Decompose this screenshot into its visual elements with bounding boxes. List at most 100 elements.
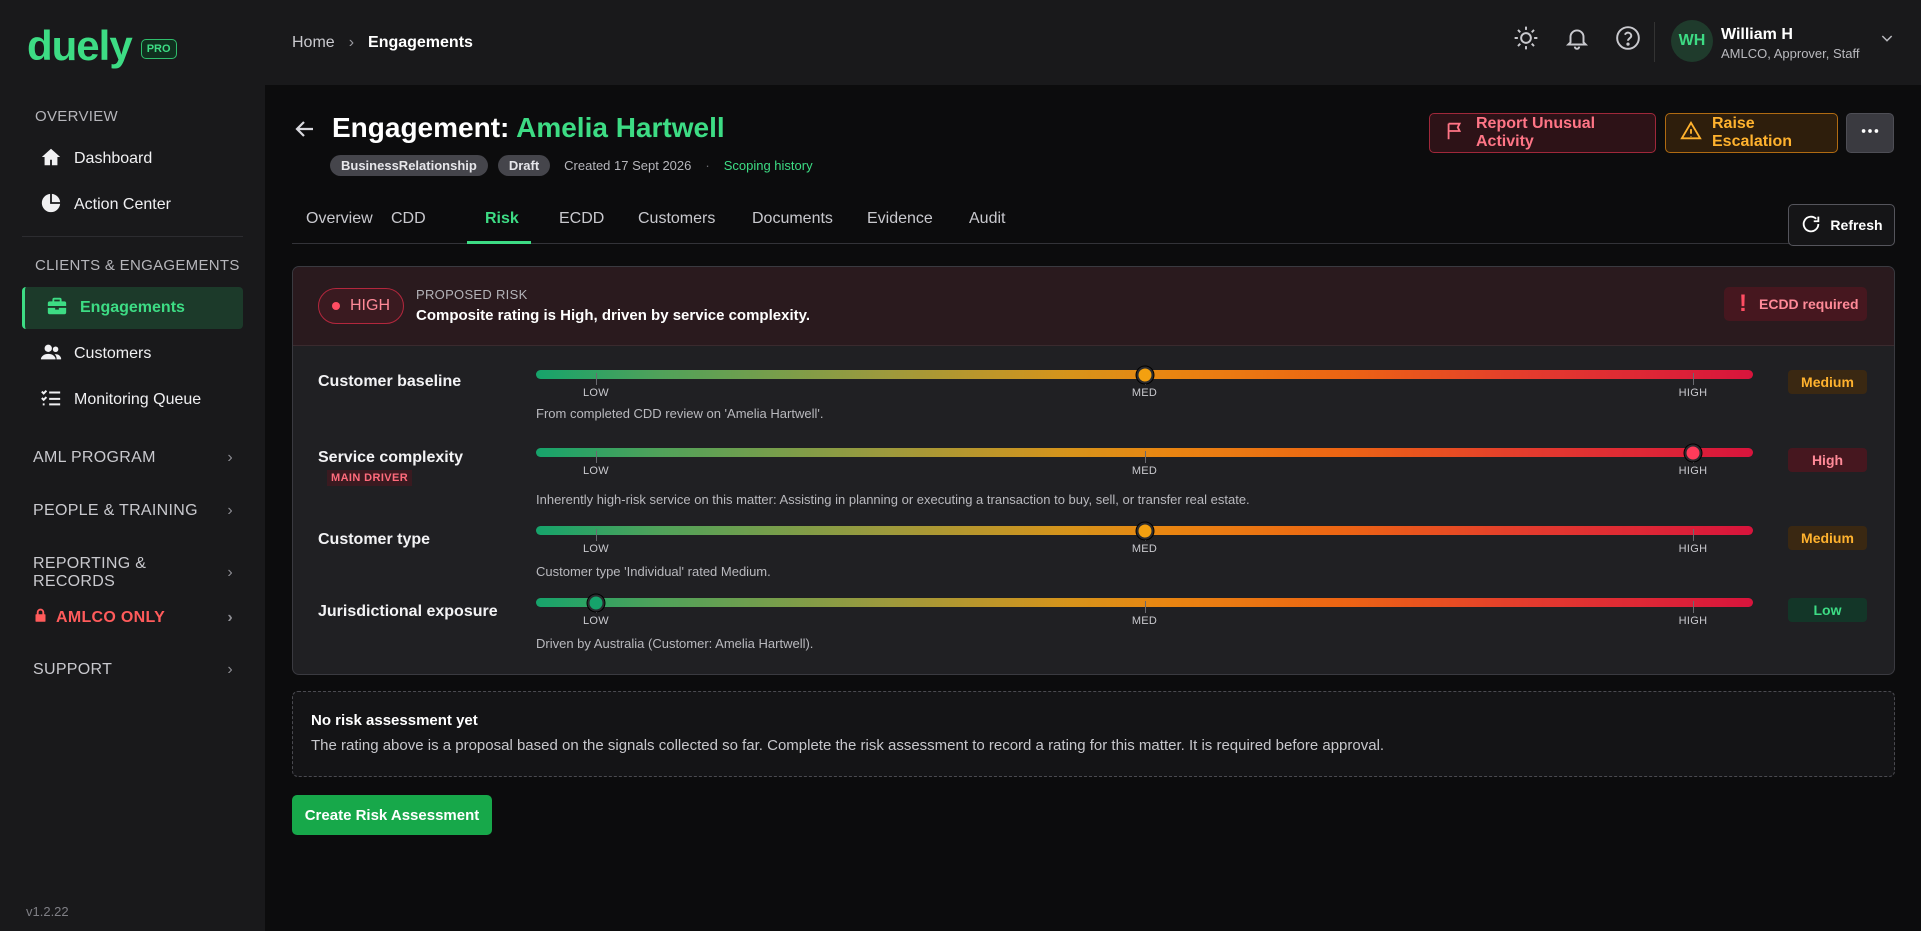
risk-header: HIGH PROPOSED RISK Composite rating is H…: [293, 267, 1894, 346]
avatar[interactable]: WH: [1671, 20, 1713, 62]
report-unusual-activity-button[interactable]: Report Unusual Activity: [1429, 113, 1656, 153]
page-title-name: Amelia Hartwell: [516, 112, 725, 143]
scale-tick: [1693, 529, 1694, 541]
factor-description: Driven by Australia (Customer: Amelia Ha…: [536, 636, 814, 651]
scale-tick: [1144, 451, 1146, 463]
scale-tick: [1144, 601, 1146, 613]
brand-name: duely: [27, 22, 133, 69]
bell-icon[interactable]: [1564, 25, 1590, 56]
tab-documents[interactable]: Documents: [752, 210, 833, 228]
group-label: REPORTING & RECORDS: [33, 555, 147, 590]
sidebar-group-reporting-records[interactable]: REPORTING & RECORDS ›: [33, 555, 233, 591]
briefcase-icon: [46, 295, 68, 322]
breadcrumb: Home › Engagements: [292, 34, 473, 52]
button-label: Raise Escalation: [1712, 115, 1793, 150]
factor-name: Customer baseline: [318, 373, 462, 390]
button-label: Report Unusual Activity: [1476, 115, 1596, 150]
sidebar-group-people-training[interactable]: PEOPLE & TRAINING ›: [33, 502, 233, 520]
risk-scale-marker: [1136, 522, 1153, 539]
factor-description: Inherently high-risk service on this mat…: [536, 492, 1250, 507]
tab-cdd[interactable]: CDD: [391, 210, 426, 228]
sidebar-item-label: Dashboard: [74, 150, 153, 167]
scale-label-med: MED: [1131, 387, 1158, 399]
pie-chart-icon: [40, 192, 62, 219]
tab-audit[interactable]: Audit: [969, 210, 1005, 228]
created-date: Created 17 Sept 2026: [564, 158, 692, 173]
help-icon[interactable]: [1615, 25, 1641, 56]
sidebar-item-label: Action Center: [74, 196, 171, 213]
more-dots-icon: [1859, 120, 1881, 147]
scale-label-low: LOW: [583, 387, 609, 399]
tag-relationship: BusinessRelationship: [330, 155, 488, 176]
scale-tick: [596, 529, 597, 541]
proposed-risk-summary: Composite rating is High, driven by serv…: [416, 307, 810, 324]
scoping-history-link[interactable]: Scoping history: [724, 158, 813, 173]
risk-rating: HIGH: [350, 297, 390, 314]
scale-label-high: HIGH: [1678, 387, 1708, 399]
group-label: AML PROGRAM: [33, 449, 156, 466]
tab-risk[interactable]: Risk: [485, 210, 519, 228]
main-content: Engagement: Amelia Hartwell BusinessRela…: [265, 85, 1921, 931]
home-icon: [40, 146, 62, 173]
group-label: AMLCO ONLY: [56, 609, 166, 626]
tab-customers[interactable]: Customers: [638, 210, 715, 228]
theme-sun-icon[interactable]: [1513, 25, 1539, 56]
sidebar-item-monitoring-queue[interactable]: Monitoring Queue: [22, 379, 243, 421]
scale-label-low: LOW: [583, 615, 609, 627]
brand-logo[interactable]: duely PRO: [27, 24, 177, 68]
meta-separator: ·: [705, 158, 710, 173]
breadcrumb-home[interactable]: Home: [292, 34, 335, 52]
top-icon-group: [1513, 25, 1641, 56]
notice-text: The rating above is a proposal based on …: [311, 737, 1385, 754]
breadcrumb-current: Engagements: [368, 34, 473, 51]
sidebar-item-engagements[interactable]: Engagements: [22, 287, 243, 329]
main-driver-badge: MAIN DRIVER: [327, 470, 413, 486]
status-badge: Draft: [497, 155, 551, 176]
flag-icon: [1444, 120, 1466, 147]
tab-ecdd[interactable]: ECDD: [559, 210, 604, 228]
proposed-risk-label: PROPOSED RISK: [416, 287, 528, 302]
tab-overview[interactable]: Overview: [306, 210, 373, 228]
sidebar-item-customers[interactable]: Customers: [22, 333, 243, 375]
checklist-icon: [40, 387, 62, 414]
scale-tick: [596, 373, 597, 385]
level-badge: Low: [1788, 598, 1867, 622]
sidebar-group-support[interactable]: SUPPORT ›: [33, 661, 233, 679]
factor-name: Customer type: [318, 531, 431, 548]
more-actions-button[interactable]: [1846, 113, 1894, 153]
scale-tick: [1693, 601, 1694, 613]
risk-scale-marker: [587, 594, 605, 611]
level-badge: Medium: [1788, 370, 1867, 394]
chevron-right-icon: ›: [348, 34, 355, 51]
chevron-right-icon: ›: [227, 564, 233, 581]
chevron-down-icon[interactable]: [1879, 30, 1895, 46]
app-version: v1.2.22: [26, 904, 69, 919]
page-title-prefix: Engagement:: [332, 112, 510, 143]
scale-label-med: MED: [1131, 465, 1158, 477]
scale-label-med: MED: [1131, 615, 1158, 627]
notice-title: No risk assessment yet: [311, 712, 478, 729]
top-divider: [1654, 22, 1655, 62]
scale-label-low: LOW: [583, 465, 609, 477]
risk-rating-badge: HIGH: [318, 288, 404, 324]
sidebar-group-amlco-only[interactable]: AMLCO ONLY ›: [33, 608, 233, 628]
scale-label-med: MED: [1131, 543, 1158, 555]
users-icon: [40, 341, 62, 368]
raise-escalation-button[interactable]: Raise Escalation: [1665, 113, 1838, 153]
pro-badge: PRO: [140, 39, 177, 59]
refresh-button[interactable]: Refresh: [1788, 204, 1895, 246]
chevron-right-icon: ›: [227, 449, 233, 466]
tab-evidence[interactable]: Evidence: [867, 210, 933, 228]
sidebar-item-action-center[interactable]: Action Center: [22, 184, 243, 226]
tab-bar: Overview CDD Risk ECDD Customers Documen…: [292, 204, 1894, 244]
engagement-meta: BusinessRelationship Draft Created 17 Se…: [330, 155, 813, 176]
sidebar-group-aml-program[interactable]: AML PROGRAM ›: [33, 449, 233, 467]
risk-scale-marker: [1684, 444, 1702, 461]
sidebar-item-dashboard[interactable]: Dashboard: [22, 138, 243, 180]
create-risk-assessment-button[interactable]: Create Risk Assessment: [292, 795, 492, 835]
status-dot-icon: [332, 302, 340, 310]
user-name[interactable]: William H: [1721, 26, 1793, 44]
nav-section-overview: OVERVIEW: [35, 108, 118, 125]
lock-icon: [33, 608, 48, 628]
back-arrow-icon[interactable]: [293, 117, 317, 141]
